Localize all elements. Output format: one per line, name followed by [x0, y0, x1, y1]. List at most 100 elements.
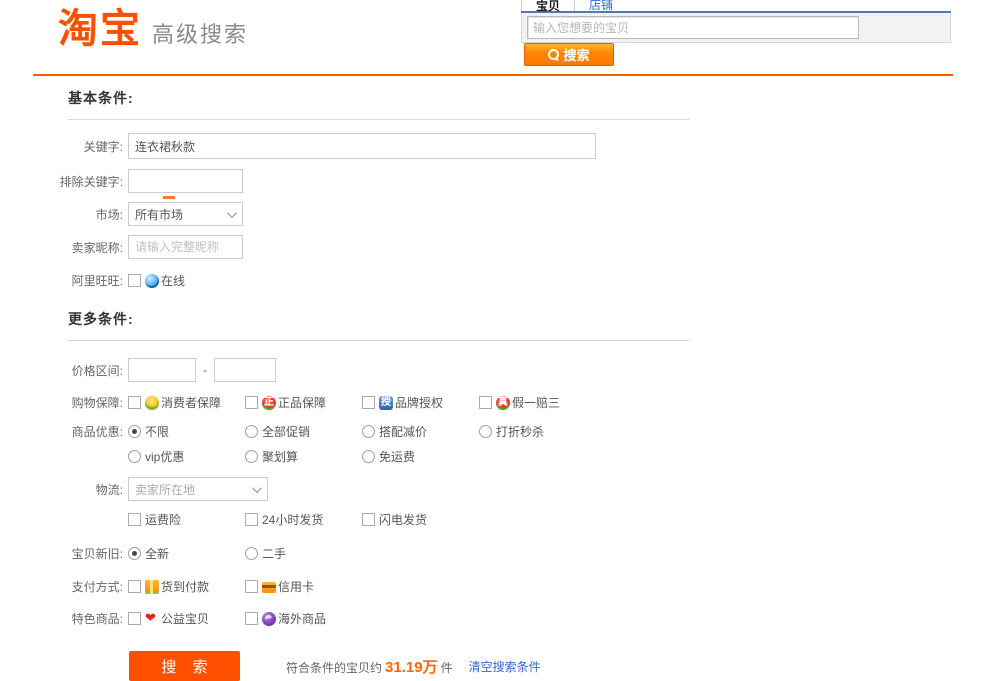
submit-search-button[interactable]: 搜 索 [129, 651, 240, 681]
search-icon [548, 49, 559, 60]
price-max-input[interactable] [214, 358, 276, 382]
wangwang-online-label: 在线 [161, 272, 185, 289]
price-range-row: 价格区间: - [56, 358, 756, 382]
option-brand-authorization[interactable]: 授 品牌授权 [362, 394, 479, 411]
shopping-protection-row: 购物保障: 消费者保障 正 正品保障 授 品牌授权 [56, 394, 756, 411]
genuine-badge-icon: 真 [496, 396, 510, 410]
exclude-keyword-input[interactable] [128, 169, 243, 193]
wangwang-online-checkbox[interactable] [128, 274, 141, 287]
page-title: 高级搜索 [152, 17, 248, 49]
option-cash-on-delivery[interactable]: 货到付款 [128, 578, 245, 595]
keyword-label: 关键字: [56, 138, 128, 155]
seller-nick-row: 卖家昵称: [56, 235, 756, 259]
option-charity-items[interactable]: 公益宝贝 [128, 610, 245, 627]
section-divider [68, 119, 690, 120]
chevron-down-icon [227, 208, 237, 218]
tab-shop[interactable]: 店铺 [575, 0, 627, 11]
search-form: 基本条件: 关键字: 排除关键字: 市场: 所有市场 卖家昵称: 阿里旺旺: [56, 88, 756, 681]
second-hand-radio[interactable] [245, 547, 258, 560]
logistics-options: 运费险 24小时发货 闪电发货 [128, 511, 479, 528]
header-divider [33, 74, 953, 76]
option-brand-new[interactable]: 全新 [128, 545, 245, 562]
mini-search-box [521, 13, 951, 43]
condition-options: 全新 二手 [128, 545, 362, 562]
mini-search-input[interactable] [527, 16, 859, 39]
special-items-row: 特色商品: 公益宝贝 海外商品 [56, 610, 756, 627]
consumer-protection-checkbox[interactable] [128, 396, 141, 409]
mini-search-button[interactable]: 搜索 [524, 43, 614, 66]
option-juhuasuan[interactable]: 聚划算 [245, 448, 362, 465]
wangwang-row: 阿里旺旺: 在线 [56, 272, 756, 289]
brand-new-radio[interactable] [128, 547, 141, 560]
wangwang-online-option[interactable]: 在线 [128, 272, 245, 289]
special-items-label: 特色商品: [56, 610, 128, 627]
item-condition-row: 宝贝新旧: 全新 二手 [56, 545, 756, 562]
protection-options: 消费者保障 正 正品保障 授 品牌授权 真 假一赔三 [128, 394, 596, 411]
charity-heart-icon [145, 612, 159, 626]
brand-authorization-checkbox[interactable] [362, 396, 375, 409]
fake-one-pay-three-checkbox[interactable] [479, 396, 492, 409]
option-no-limit[interactable]: 不限 [128, 423, 245, 440]
tooltip-pointer [163, 196, 175, 199]
logistics-row: 物流: 卖家所在地 [56, 477, 756, 501]
option-credit-card[interactable]: 信用卡 [245, 578, 362, 595]
option-second-hand[interactable]: 二手 [245, 545, 362, 562]
search-tabs: 宝贝 店铺 [521, 0, 951, 13]
option-bundle-discount[interactable]: 搭配减价 [362, 423, 479, 440]
wangwang-icon [145, 274, 159, 288]
item-condition-label: 宝贝新旧: [56, 545, 128, 562]
clear-search-link[interactable]: 清空搜索条件 [469, 658, 541, 675]
vip-discount-radio[interactable] [128, 450, 141, 463]
price-min-input[interactable] [128, 358, 196, 382]
option-24h-shipping[interactable]: 24小时发货 [245, 511, 362, 528]
option-consumer-protection[interactable]: 消费者保障 [128, 394, 245, 411]
discount-row-1: 商品优惠: 不限 全部促销 搭配减价 打折秒杀 [56, 423, 756, 440]
tab-item[interactable]: 宝贝 [521, 0, 575, 11]
keyword-input[interactable] [128, 133, 596, 159]
24h-shipping-checkbox[interactable] [245, 513, 258, 526]
shopping-protection-label: 购物保障: [56, 394, 128, 411]
discount-label: 商品优惠: [56, 423, 128, 440]
consumer-protection-icon [145, 396, 159, 410]
seller-nick-input[interactable] [128, 235, 243, 259]
mini-search-button-label: 搜索 [563, 45, 589, 64]
overseas-globe-icon [262, 612, 276, 626]
option-free-shipping[interactable]: 免运费 [362, 448, 479, 465]
bundle-discount-radio[interactable] [362, 425, 375, 438]
cash-on-delivery-checkbox[interactable] [128, 580, 141, 593]
taobao-logo-text: 淘宝 [58, 8, 142, 50]
result-count-value: 31.19万 [385, 656, 438, 677]
logistics-select[interactable]: 卖家所在地 [128, 477, 268, 501]
option-lightning-shipping[interactable]: 闪电发货 [362, 511, 479, 528]
brand-badge-icon: 授 [379, 396, 393, 410]
option-all-promotions[interactable]: 全部促销 [245, 423, 362, 440]
advanced-search-page: 淘宝 高级搜索 宝贝 店铺 搜索 基本条件: 关键字: 排除关键字: [0, 0, 982, 681]
option-fake-one-pay-three[interactable]: 真 假一赔三 [479, 394, 596, 411]
credit-card-icon [262, 582, 276, 593]
exclude-keyword-label: 排除关键字: [56, 173, 128, 190]
credit-card-checkbox[interactable] [245, 580, 258, 593]
chevron-down-icon [252, 483, 262, 493]
all-promotions-radio[interactable] [245, 425, 258, 438]
option-overseas-items[interactable]: 海外商品 [245, 610, 362, 627]
no-limit-radio[interactable] [128, 425, 141, 438]
lightning-shipping-checkbox[interactable] [362, 513, 375, 526]
option-authentic-guarantee[interactable]: 正 正品保障 [245, 394, 362, 411]
market-select[interactable]: 所有市场 [128, 202, 243, 226]
section-divider [68, 340, 690, 341]
flash-sale-radio[interactable] [479, 425, 492, 438]
result-count-text: 符合条件的宝贝约 31.19万 件 [286, 656, 453, 677]
juhuasuan-radio[interactable] [245, 450, 258, 463]
discount-row-2: vip优惠 聚划算 免运费 [56, 448, 756, 465]
option-flash-sale[interactable]: 打折秒杀 [479, 423, 596, 440]
payment-method-row: 支付方式: 货到付款 信用卡 [56, 578, 756, 595]
payment-method-label: 支付方式: [56, 578, 128, 595]
option-vip-discount[interactable]: vip优惠 [128, 448, 245, 465]
discount-options-row2: vip优惠 聚划算 免运费 [128, 448, 479, 465]
charity-items-checkbox[interactable] [128, 612, 141, 625]
shipping-insurance-checkbox[interactable] [128, 513, 141, 526]
free-shipping-radio[interactable] [362, 450, 375, 463]
overseas-items-checkbox[interactable] [245, 612, 258, 625]
option-shipping-insurance[interactable]: 运费险 [128, 511, 245, 528]
authentic-guarantee-checkbox[interactable] [245, 396, 258, 409]
